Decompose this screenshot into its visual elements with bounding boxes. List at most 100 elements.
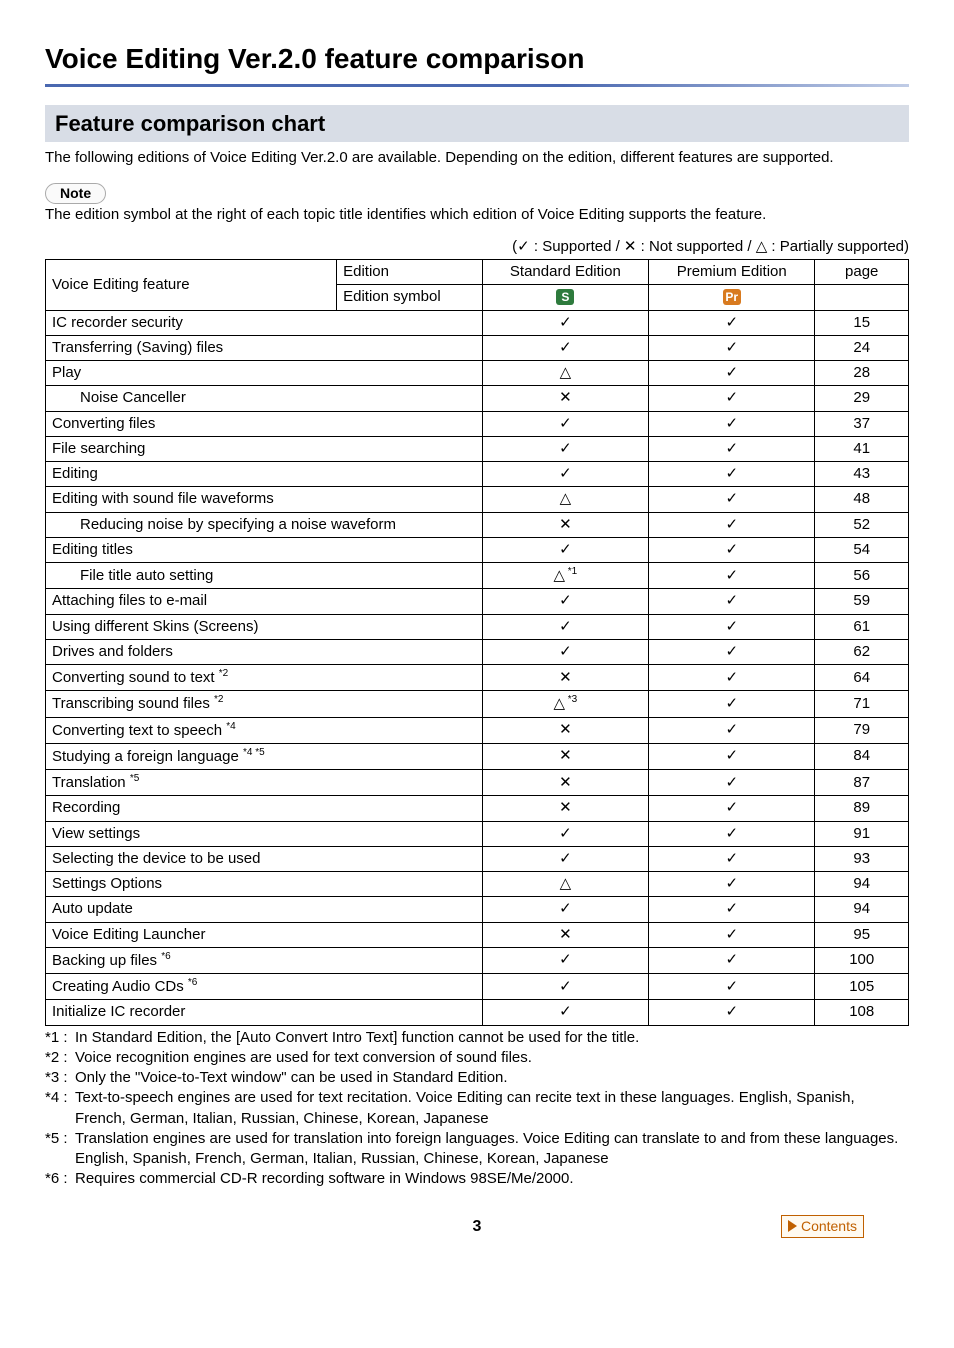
page-cell: 62 — [815, 639, 909, 664]
table-row: Attaching files to e-mail✓✓59 — [46, 589, 909, 614]
table-row: Drives and folders✓✓62 — [46, 639, 909, 664]
feature-cell: Reducing noise by specifying a noise wav… — [46, 512, 483, 537]
feature-cell: Drives and folders — [46, 639, 483, 664]
page-cell: 79 — [815, 717, 909, 743]
standard-cell: ✓ — [482, 821, 648, 846]
premium-cell: ✓ — [649, 665, 815, 691]
table-row: Reducing noise by specifying a noise wav… — [46, 512, 909, 537]
standard-cell: ✕ — [482, 796, 648, 821]
premium-cell: ✓ — [649, 512, 815, 537]
table-row: Play△✓28 — [46, 361, 909, 386]
feature-cell: Attaching files to e-mail — [46, 589, 483, 614]
table-row: Transferring (Saving) files✓✓24 — [46, 335, 909, 360]
table-row: Editing titles✓✓54 — [46, 537, 909, 562]
footnote-text: Translation engines are used for transla… — [75, 1129, 909, 1170]
premium-cell: ✓ — [649, 614, 815, 639]
standard-cell: △ *3 — [482, 691, 648, 717]
header-premium: Premium Edition — [649, 260, 815, 285]
feature-cell: Transferring (Saving) files — [46, 335, 483, 360]
footnote-row: *1 :In Standard Edition, the [Auto Conve… — [45, 1028, 909, 1048]
standard-cell: ✓ — [482, 462, 648, 487]
header-edition: Edition — [337, 260, 483, 285]
empty-cell — [815, 285, 909, 310]
footnotes: *1 :In Standard Edition, the [Auto Conve… — [45, 1028, 909, 1190]
standard-cell: ✓ — [482, 411, 648, 436]
s-icon: S — [556, 289, 574, 305]
feature-cell: Backing up files *6 — [46, 947, 483, 973]
table-row: Noise Canceller✕✓29 — [46, 386, 909, 411]
page-cell: 59 — [815, 589, 909, 614]
table-row: Recording✕✓89 — [46, 796, 909, 821]
standard-cell: ✓ — [482, 335, 648, 360]
premium-cell: ✓ — [649, 411, 815, 436]
standard-cell: ✕ — [482, 922, 648, 947]
feature-cell: File searching — [46, 436, 483, 461]
contents-button[interactable]: Contents — [781, 1215, 864, 1238]
page-cell: 37 — [815, 411, 909, 436]
page-cell: 93 — [815, 846, 909, 871]
page-cell: 61 — [815, 614, 909, 639]
page-cell: 87 — [815, 770, 909, 796]
standard-cell: ✓ — [482, 639, 648, 664]
feature-cell: Editing titles — [46, 537, 483, 562]
feature-cell: Editing with sound file waveforms — [46, 487, 483, 512]
premium-cell: ✓ — [649, 386, 815, 411]
premium-cell: ✓ — [649, 335, 815, 360]
feature-cell: Studying a foreign language *4 *5 — [46, 743, 483, 769]
premium-cell: ✓ — [649, 589, 815, 614]
premium-cell: ✓ — [649, 691, 815, 717]
feature-cell: Converting sound to text *2 — [46, 665, 483, 691]
table-row: File searching✓✓41 — [46, 436, 909, 461]
page-cell: 89 — [815, 796, 909, 821]
feature-cell: Auto update — [46, 897, 483, 922]
standard-cell: ✕ — [482, 665, 648, 691]
standard-cell: ✓ — [482, 947, 648, 973]
page-cell: 56 — [815, 563, 909, 589]
premium-cell: ✓ — [649, 922, 815, 947]
header-symbol: Edition symbol — [337, 285, 483, 310]
table-row: Creating Audio CDs *6✓✓105 — [46, 974, 909, 1000]
standard-cell: ✓ — [482, 897, 648, 922]
feature-cell: Editing — [46, 462, 483, 487]
footnote-text: Voice recognition engines are used for t… — [75, 1048, 909, 1068]
feature-cell: Voice Editing Launcher — [46, 922, 483, 947]
page-cell: 52 — [815, 512, 909, 537]
footnote-text: Requires commercial CD-R recording softw… — [75, 1169, 909, 1189]
page-title: Voice Editing Ver.2.0 feature comparison — [45, 40, 909, 78]
premium-cell: ✓ — [649, 743, 815, 769]
section-title: Feature comparison chart — [45, 105, 909, 143]
premium-cell: ✓ — [649, 717, 815, 743]
feature-cell: Creating Audio CDs *6 — [46, 974, 483, 1000]
page-cell: 41 — [815, 436, 909, 461]
footnote-row: *2 :Voice recognition engines are used f… — [45, 1048, 909, 1068]
table-row: Converting files✓✓37 — [46, 411, 909, 436]
standard-cell: ✓ — [482, 537, 648, 562]
feature-cell: View settings — [46, 821, 483, 846]
premium-cell: ✓ — [649, 974, 815, 1000]
premium-cell: ✓ — [649, 1000, 815, 1025]
page-cell: 15 — [815, 310, 909, 335]
feature-cell: Settings Options — [46, 872, 483, 897]
page-number: 3 — [45, 1216, 909, 1238]
premium-cell: ✓ — [649, 361, 815, 386]
premium-cell: ✓ — [649, 821, 815, 846]
standard-cell: ✕ — [482, 743, 648, 769]
table-row: Settings Options△✓94 — [46, 872, 909, 897]
standard-cell: ✓ — [482, 310, 648, 335]
badge-standard: S — [482, 285, 648, 310]
page-cell: 108 — [815, 1000, 909, 1025]
page-cell: 28 — [815, 361, 909, 386]
premium-cell: ✓ — [649, 436, 815, 461]
table-row: Initialize IC recorder✓✓108 — [46, 1000, 909, 1025]
page-cell: 105 — [815, 974, 909, 1000]
feature-cell: Initialize IC recorder — [46, 1000, 483, 1025]
table-row: View settings✓✓91 — [46, 821, 909, 846]
premium-cell: ✓ — [649, 846, 815, 871]
comparison-table: Voice Editing feature Edition Standard E… — [45, 259, 909, 1026]
pr-icon: Pr — [723, 289, 741, 305]
footnote-key: *6 : — [45, 1169, 75, 1189]
footnote-key: *4 : — [45, 1088, 75, 1129]
standard-cell: △ — [482, 361, 648, 386]
standard-cell: ✓ — [482, 974, 648, 1000]
footnote-row: *6 :Requires commercial CD-R recording s… — [45, 1169, 909, 1189]
